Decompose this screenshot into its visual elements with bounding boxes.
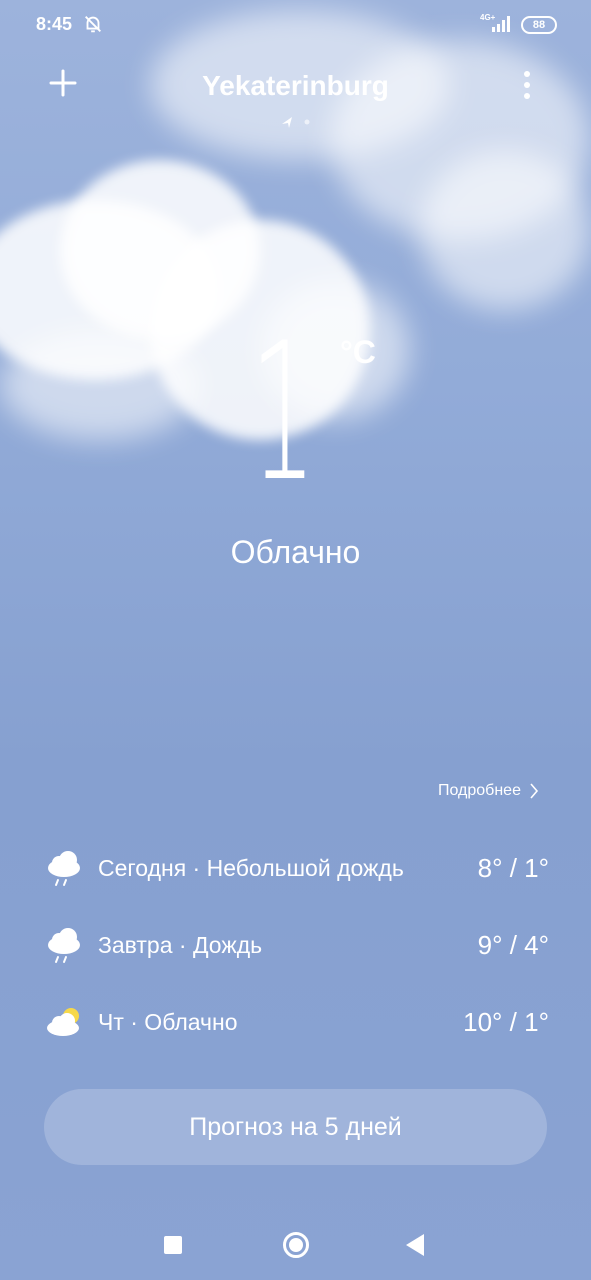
dot-icon [304,119,310,125]
forecast-temps: 10° / 1° [463,1006,549,1037]
forecast-row-thursday[interactable]: Чт · Облачно 10° / 1° [44,1002,549,1042]
bell-off-icon [85,16,101,33]
forecast-temps: 8° / 1° [477,852,549,883]
rain-cloud-icon [48,851,80,886]
forecast-label: Сегодня · Небольшой дождь [98,854,404,881]
forecast-row-tomorrow[interactable]: Завтра · Дождь 9° / 4° [44,925,549,965]
details-link-label: Подробнее [438,782,521,799]
forecast-label: Чт · Облачно [98,1008,238,1035]
city-title: Yekaterinburg [202,70,389,101]
location-arrow-icon [282,117,292,128]
forecast-row-today[interactable]: Сегодня · Небольшой дождь 8° / 1° [44,848,549,888]
forecast-temps: 9° / 4° [477,929,549,960]
signal-icon [492,16,510,32]
current-temperature: 1 °C [0,318,591,518]
temperature-value: 1 [250,302,317,523]
five-day-forecast-label: Прогноз на 5 дней [189,1112,402,1141]
page-indicator [282,117,310,128]
back-button[interactable] [406,1234,424,1256]
chevron-right-icon [530,783,539,799]
five-day-forecast-button[interactable]: Прогноз на 5 дней [44,1089,547,1165]
battery-icon: 88 [521,16,557,34]
status-time: 8:45 [36,14,73,34]
menu-button[interactable] [516,68,538,102]
home-button[interactable] [283,1232,309,1258]
more-vertical-icon [524,71,530,99]
system-nav-bar [0,1220,591,1270]
current-condition: Облачно [230,534,361,570]
rain-cloud-icon [48,928,80,963]
details-link[interactable]: Подробнее [438,782,539,800]
recent-apps-button[interactable] [164,1236,182,1254]
temperature-unit: °C [340,334,376,370]
partly-cloudy-icon [47,1008,79,1036]
status-bar: 8:45 4G+ 88 [0,0,591,50]
forecast-label: Завтра · Дождь [98,931,263,958]
battery-level: 88 [532,19,546,31]
